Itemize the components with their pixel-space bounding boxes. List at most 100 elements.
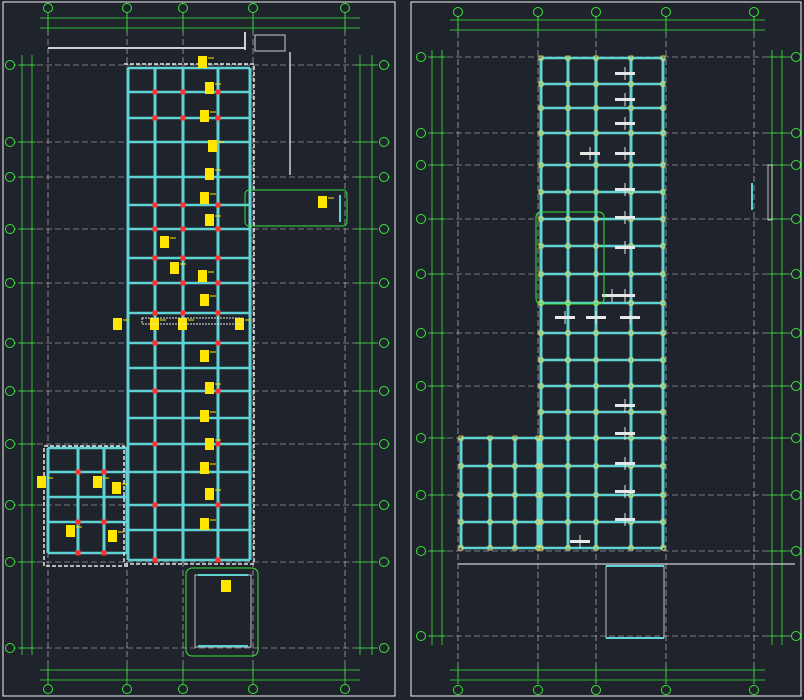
left-axis-bubble-right-5	[379, 338, 389, 348]
right-axis-bubble-top-4	[749, 7, 759, 17]
right-axis-bubble-left-5	[416, 328, 426, 338]
left-axis-bubble-top-0	[43, 3, 53, 13]
right-grid-lines	[420, 14, 795, 684]
left-axis-bubble-left-2	[5, 172, 15, 182]
right-axis-bubble-right-0	[791, 52, 801, 62]
right-axis-bubble-right-5	[791, 328, 801, 338]
left-column-26	[215, 441, 221, 447]
left-column-8	[215, 202, 221, 208]
left-column-20	[215, 310, 221, 316]
left-column-11	[215, 226, 221, 232]
left-axis-bubble-right-9	[379, 557, 389, 567]
left-label-block-16	[205, 382, 214, 394]
right-annex-outlines	[458, 164, 795, 639]
left-beam-layout	[43, 63, 255, 567]
right-axis-bubbles	[416, 7, 801, 695]
right-axis-bubble-left-10	[416, 631, 426, 641]
right-axis-bubble-right-2	[791, 160, 801, 170]
left-column-24	[215, 388, 221, 394]
left-sheet-frame	[2, 1, 396, 697]
left-axis-bubble-left-0	[5, 60, 15, 70]
left-axis-bubble-top-3	[248, 3, 258, 13]
left-axis-bubble-left-10	[5, 643, 15, 653]
left-label-block-2	[200, 110, 209, 122]
left-label-block-26	[108, 530, 117, 542]
right-plan-sheet	[410, 1, 802, 697]
left-axis-bubble-bottom-3	[248, 684, 258, 694]
right-axis-bubble-bottom-3	[661, 685, 671, 695]
left-label-block-18	[205, 438, 214, 450]
left-label-block-22	[37, 476, 46, 488]
left-column-29	[152, 557, 158, 563]
left-column-32	[101, 469, 107, 475]
left-axis-bubble-right-8	[379, 500, 389, 510]
right-axis-bubble-top-2	[591, 7, 601, 17]
left-plan-sheet	[2, 1, 396, 697]
right-axis-bubble-right-6	[791, 381, 801, 391]
left-label-block-15	[200, 350, 209, 362]
left-axis-bubble-left-7	[5, 439, 15, 449]
left-axis-bubble-top-1	[122, 3, 132, 13]
left-label-block-7	[160, 236, 169, 248]
right-dimension-lines	[428, 16, 790, 684]
left-column-13	[180, 255, 186, 261]
left-column-25	[152, 441, 158, 447]
left-axis-bubble-left-4	[5, 278, 15, 288]
left-column-2	[215, 89, 221, 95]
right-axis-bubble-left-7	[416, 433, 426, 443]
left-column-10	[180, 226, 186, 232]
left-label-block-11	[113, 318, 122, 330]
right-axis-bubble-bottom-0	[453, 685, 463, 695]
left-wall-outline	[43, 63, 255, 567]
left-axis-bubble-bottom-2	[178, 684, 188, 694]
left-column-28	[215, 502, 221, 508]
left-column-34	[101, 519, 107, 525]
left-label-block-25	[66, 525, 75, 537]
right-axis-bubble-left-6	[416, 381, 426, 391]
right-axis-bubble-left-4	[416, 269, 426, 279]
left-column-3	[152, 115, 158, 121]
left-top-annex	[254, 34, 286, 52]
right-axis-bubble-left-2	[416, 160, 426, 170]
left-label-block-8	[170, 262, 179, 274]
left-column-1	[180, 89, 186, 95]
right-axis-bubble-top-0	[453, 7, 463, 17]
left-column-16	[180, 280, 186, 286]
left-column-30	[215, 557, 221, 563]
left-label-block-21	[200, 518, 209, 530]
right-axis-bubble-left-0	[416, 52, 426, 62]
right-side-marker	[767, 164, 773, 221]
left-axis-bubble-left-9	[5, 557, 15, 567]
left-axis-bubble-left-3	[5, 224, 15, 234]
left-label-block-17	[200, 410, 209, 422]
left-column-markers	[75, 89, 221, 563]
left-column-6	[152, 202, 158, 208]
left-column-35	[75, 550, 81, 556]
right-axis-bubble-right-4	[791, 269, 801, 279]
left-column-7	[180, 202, 186, 208]
left-axis-bubble-bottom-0	[43, 684, 53, 694]
left-column-5	[215, 115, 221, 121]
left-axis-bubble-right-1	[379, 137, 389, 147]
left-label-block-3	[208, 140, 217, 152]
left-label-block-23	[93, 476, 102, 488]
left-label-block-20	[205, 488, 214, 500]
left-axis-bubble-right-6	[379, 386, 389, 396]
right-axis-bubble-bottom-2	[591, 685, 601, 695]
right-axis-bubble-right-3	[791, 214, 801, 224]
cad-drawing-canvas	[2, 1, 802, 697]
left-label-block-1	[205, 82, 214, 94]
left-column-18	[152, 310, 158, 316]
right-axis-bubble-left-3	[416, 214, 426, 224]
left-column-12	[152, 255, 158, 261]
right-axis-bubble-left-8	[416, 490, 426, 500]
left-axis-bubble-right-7	[379, 439, 389, 449]
left-column-14	[215, 255, 221, 261]
right-axis-bubble-right-10	[791, 631, 801, 641]
right-axis-bubble-top-3	[661, 7, 671, 17]
left-column-17	[215, 280, 221, 286]
left-axis-bubble-left-5	[5, 338, 15, 348]
right-axis-bubble-bottom-4	[749, 685, 759, 695]
left-label-block-0	[198, 56, 207, 68]
left-axis-bubble-right-2	[379, 172, 389, 182]
